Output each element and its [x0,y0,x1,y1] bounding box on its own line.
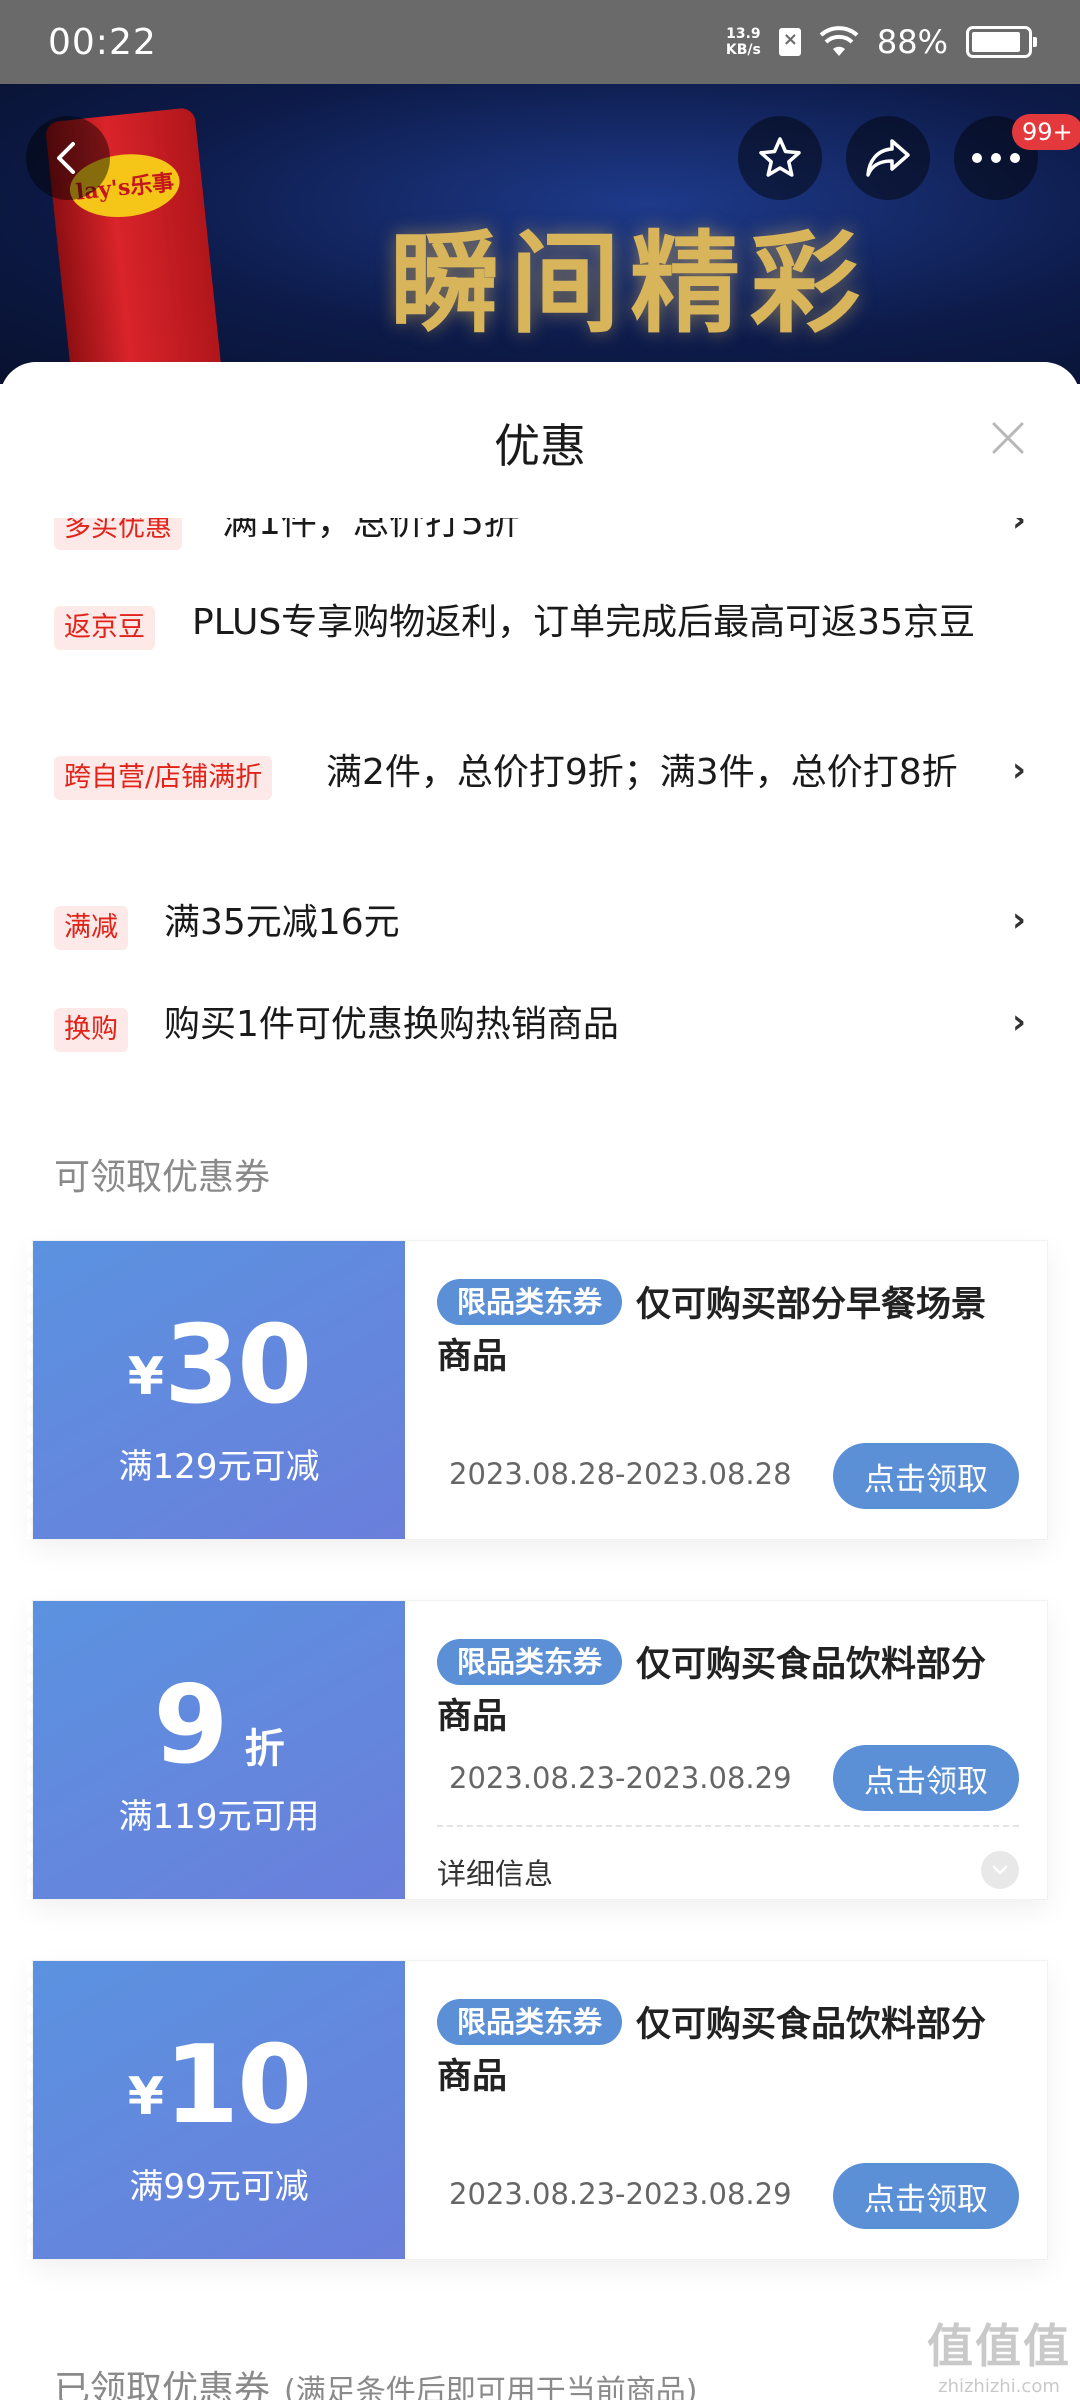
sheet-header-mask [0,482,1080,518]
promotion-text: 满35元减16元 [164,902,400,943]
claimed-coupons-note: (满足条件后即可用于当前商品) [284,2374,698,2400]
promotion-tag: 跨自营/店铺满折 [54,756,273,800]
promotion-row-exchange[interactable]: 换购 购买1件可优惠换购热销商品 › [54,1002,1026,1052]
coupon-value: ¥30 [33,1303,405,1428]
coupon-amount: 10 [163,2023,312,2148]
coupon-value-panel: ¥30 满129元可减 [27,1241,405,1539]
promotion-row-jingdou: 返京豆 PLUS专享购物返利，订单完成后最高可返35京豆 [54,600,1026,700]
coupon-unit: 折 [244,1726,285,1772]
back-button[interactable] [26,116,110,200]
promotion-row-discount[interactable]: 满减 满35元减16元 › [54,900,1026,950]
coupon-value: 9折 [33,1663,405,1788]
coupon-type-badge: 限品类东券 [437,1279,623,1325]
coupon-info: 限品类东券 仅可购买食品饮料部分商品 2023.08.23-2023.08.29 … [405,1961,1047,2259]
coupon-description: 限品类东券 仅可购买食品饮料部分商品 [437,1639,997,1743]
coupon-info: 限品类东券 仅可购买部分早餐场景商品 2023.08.28-2023.08.28 … [405,1241,1047,1539]
promotion-tag: 换购 [54,1008,128,1052]
coupon-type-badge: 限品类东券 [437,1999,623,2045]
coupon-type-badge: 限品类东券 [437,1639,623,1685]
close-icon[interactable] [984,414,1032,462]
expand-toggle[interactable] [981,1851,1019,1889]
coupon-info: 限品类东券 仅可购买食品饮料部分商品 2023.08.23-2023.08.29 … [405,1601,1047,1899]
coupon-validity: 2023.08.23-2023.08.29 [449,1761,792,1795]
coupon-detail-link[interactable]: 详细信息 [437,1851,553,1893]
chevron-right-icon: › [1011,750,1026,790]
coupon-description: 限品类东券 仅可购买部分早餐场景商品 [437,1279,997,1383]
watermark-url: zhizhizhi.com [938,2376,1060,2397]
coupon-condition: 满119元可用 [118,1797,320,1837]
coupon-condition: 满129元可减 [118,1447,320,1487]
network-speed-unit: KB/s [725,42,761,58]
claim-coupon-button[interactable]: 点击领取 [833,1443,1019,1509]
status-indicators: 13.9 KB/s 88% [726,23,1037,61]
chevron-down-icon [992,1865,1008,1875]
coupon-value-panel: 9折 满119元可用 [27,1601,405,1899]
coupon-amount: 30 [163,1303,312,1428]
wifi-icon [819,26,859,56]
network-speed: 13.9 KB/s [726,26,761,58]
more-dots-icon [972,153,1020,163]
promotion-text: PLUS专享购物返利，订单完成后最高可返35京豆 [192,602,975,643]
battery-icon [966,26,1037,58]
promotion-tag: 返京豆 [54,606,155,650]
available-coupons-heading: 可领取优惠券 [54,1157,271,1198]
favorite-button[interactable] [738,116,822,200]
chevron-right-icon: › [1011,900,1026,940]
coupon-description: 限品类东券 仅可购买食品饮料部分商品 [437,1999,997,2103]
coupon-amount: 9 [153,1663,228,1788]
watermark-logo: 值值值 [927,2319,1071,2373]
share-button[interactable] [846,116,930,200]
coupon-validity: 2023.08.28-2023.08.28 [449,1457,792,1491]
status-bar: 00:22 13.9 KB/s 88% [0,0,1080,84]
claim-coupon-button[interactable]: 点击领取 [833,2163,1019,2229]
claimed-coupons-title: 已领取优惠券 [54,2369,271,2400]
coupon-value: ¥10 [33,2023,405,2148]
promotion-sheet: 优惠 多买优惠 满1件，总价打5折 › 返京豆 PLUS专享购物返利，订单完成后… [0,362,1080,2400]
claim-coupon-button[interactable]: 点击领取 [833,1745,1019,1811]
product-banner: lay's乐事 瞬间精彩 [0,84,1080,384]
sheet-title: 优惠 [494,419,586,473]
coupon-currency: ¥ [127,1347,164,1407]
promotion-text: 购买1件可优惠换购热销商品 [164,1004,619,1045]
claimed-coupons-heading: 已领取优惠券 (满足条件后即可用于当前商品) [54,2360,697,2400]
watermark: 值值值 zhizhizhi.com [924,2310,1074,2397]
star-icon [759,137,801,177]
promotion-text: 满2件，总价打9折；满3件，总价打8折 [326,752,958,793]
share-icon [866,139,910,177]
network-speed-value: 13.9 [726,26,761,42]
battery-percent: 88% [876,23,948,61]
chevron-left-icon [57,142,75,174]
banner-text: 瞬间精彩 [390,219,870,348]
coupon-validity: 2023.08.23-2023.08.29 [449,2177,792,2211]
coupon-value-panel: ¥10 满99元可减 [27,1961,405,2259]
promotion-row-cross-store[interactable]: 跨自营/店铺满折 满2件，总价打9折；满3件，总价打8折 › [54,750,1026,850]
coupon-card: 9折 满119元可用 限品类东券 仅可购买食品饮料部分商品 2023.08.23-… [27,1600,1048,1900]
coupon-currency: ¥ [127,2067,164,2127]
message-count-badge: 99+ [1012,114,1080,150]
coupon-card: ¥30 满129元可减 限品类东券 仅可购买部分早餐场景商品 2023.08.28… [27,1240,1048,1540]
no-sim-icon [778,28,801,56]
coupon-card: ¥10 满99元可减 限品类东券 仅可购买食品饮料部分商品 2023.08.23-… [27,1960,1048,2260]
promotion-tag: 满减 [54,906,128,950]
battery-level [972,32,1020,52]
status-time: 00:22 [48,21,157,63]
coupon-divider [437,1825,1019,1827]
coupon-condition: 满99元可减 [129,2167,309,2207]
chevron-right-icon: › [1011,1002,1026,1042]
